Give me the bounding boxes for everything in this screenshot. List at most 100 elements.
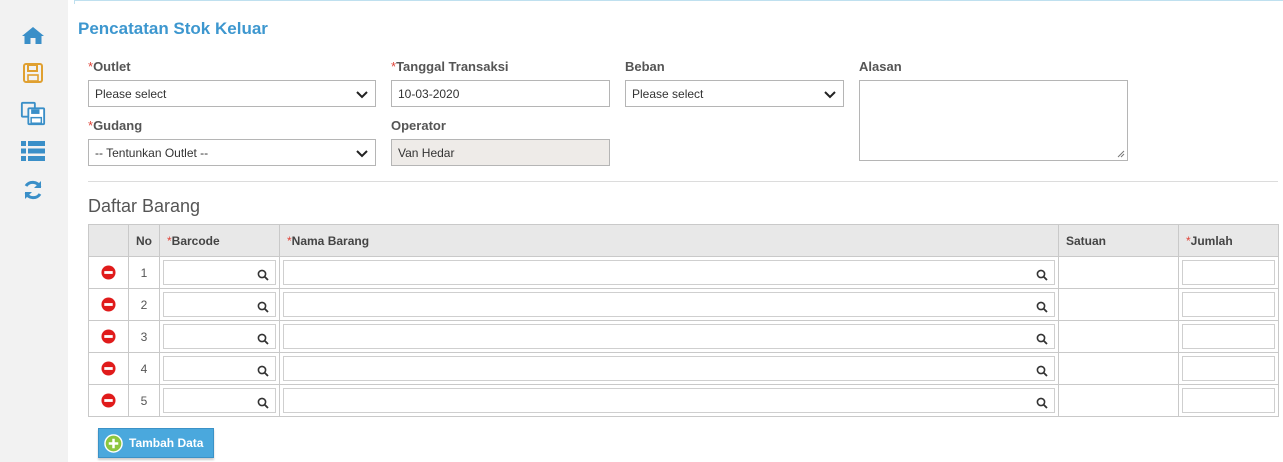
jumlah-input[interactable] <box>1182 324 1275 349</box>
header-action <box>88 224 129 257</box>
jumlah-cell <box>1178 384 1279 417</box>
save-icon[interactable] <box>20 61 46 85</box>
header-nama-text: Nama Barang <box>291 233 370 248</box>
add-circle-icon <box>104 433 123 453</box>
outlet-label: *Outlet <box>88 59 131 74</box>
top-border <box>74 0 1283 4</box>
tambah-data-button[interactable]: Tambah Data <box>98 428 214 458</box>
nama-barang-input[interactable] <box>283 324 1055 349</box>
barcode-cell <box>159 384 280 417</box>
search-icon[interactable] <box>257 269 269 281</box>
nama-barang-input[interactable] <box>283 356 1055 381</box>
header-no: No <box>128 224 160 257</box>
refresh-icon[interactable] <box>20 178 46 202</box>
jumlah-input[interactable] <box>1182 356 1275 381</box>
page-title: Pencatatan Stok Keluar <box>78 19 268 38</box>
nama-barang-input[interactable] <box>283 292 1055 317</box>
barcode-cell <box>159 320 280 353</box>
outlet-select[interactable]: Please select <box>88 80 376 107</box>
row-number: 5 <box>128 384 160 417</box>
operator-label: Operator <box>391 118 446 133</box>
delete-row-icon[interactable] <box>101 265 116 280</box>
search-icon[interactable] <box>1036 269 1048 281</box>
chevron-down-icon <box>356 90 368 98</box>
delete-row-icon[interactable] <box>101 329 116 344</box>
nama-barang-cell <box>279 256 1059 289</box>
search-icon[interactable] <box>257 365 269 377</box>
main-content: Pencatatan Stok Keluar *Outlet Please se… <box>74 0 1283 462</box>
tambah-data-label: Tambah Data <box>129 436 204 450</box>
row-number: 4 <box>128 352 160 385</box>
nama-barang-input[interactable] <box>283 388 1055 413</box>
gudang-select[interactable]: -- Tentunkan Outlet -- <box>88 139 376 166</box>
resize-grip-icon[interactable] <box>1117 150 1125 158</box>
home-icon[interactable] <box>20 23 46 47</box>
outlet-label-text: Outlet <box>93 59 131 74</box>
operator-input: Van Hedar <box>391 139 610 166</box>
satuan-cell <box>1058 256 1179 289</box>
nama-barang-cell <box>279 320 1059 353</box>
tanggal-transaksi-input[interactable]: 10-03-2020 <box>391 80 610 107</box>
delete-row-icon[interactable] <box>101 393 116 408</box>
list-icon[interactable] <box>20 139 46 163</box>
header-barcode-text: Barcode <box>171 233 220 248</box>
barcode-cell <box>159 288 280 321</box>
table-header-row: No *Barcode *Nama Barang Satuan *Jumlah <box>88 224 1279 257</box>
beban-label: Beban <box>625 59 665 74</box>
barcode-input[interactable] <box>163 324 276 349</box>
table-row: 5 <box>88 384 1279 417</box>
search-icon[interactable] <box>1036 397 1048 409</box>
jumlah-cell <box>1178 256 1279 289</box>
beban-select[interactable]: Please select <box>625 80 844 107</box>
section-divider <box>88 181 1278 182</box>
search-icon[interactable] <box>257 397 269 409</box>
barcode-cell <box>159 256 280 289</box>
nama-barang-cell <box>279 288 1059 321</box>
table-row: 1 <box>88 256 1279 289</box>
barcode-input[interactable] <box>163 260 276 285</box>
chevron-down-icon <box>824 90 836 98</box>
tanggal-label: *Tanggal Transaksi <box>391 59 509 74</box>
nama-barang-input[interactable] <box>283 260 1055 285</box>
nama-barang-cell <box>279 352 1059 385</box>
beban-select-value: Please select <box>632 86 704 101</box>
search-icon[interactable] <box>1036 301 1048 313</box>
jumlah-input[interactable] <box>1182 292 1275 317</box>
barcode-input[interactable] <box>163 356 276 381</box>
jumlah-input[interactable] <box>1182 388 1275 413</box>
table-row: 3 <box>88 320 1279 353</box>
save-all-icon[interactable] <box>20 101 46 126</box>
satuan-cell <box>1058 352 1179 385</box>
search-icon[interactable] <box>1036 365 1048 377</box>
row-number: 2 <box>128 288 160 321</box>
header-barcode: *Barcode <box>159 224 280 257</box>
header-jumlah: *Jumlah <box>1178 224 1279 257</box>
alasan-textarea[interactable] <box>859 80 1128 161</box>
search-icon[interactable] <box>257 333 269 345</box>
table-row: 2 <box>88 288 1279 321</box>
daftar-barang-title: Daftar Barang <box>88 196 201 216</box>
barcode-input[interactable] <box>163 292 276 317</box>
row-action-cell <box>88 320 129 353</box>
barcode-cell <box>159 352 280 385</box>
jumlah-input[interactable] <box>1182 260 1275 285</box>
search-icon[interactable] <box>257 301 269 313</box>
chevron-down-icon <box>356 149 368 157</box>
gudang-label-text: Gudang <box>93 118 143 133</box>
header-satuan: Satuan <box>1058 224 1179 257</box>
satuan-cell <box>1058 320 1179 353</box>
jumlah-cell <box>1178 288 1279 321</box>
row-number: 3 <box>128 320 160 353</box>
delete-row-icon[interactable] <box>101 297 116 312</box>
header-nama-barang: *Nama Barang <box>279 224 1059 257</box>
satuan-cell <box>1058 288 1179 321</box>
search-icon[interactable] <box>1036 333 1048 345</box>
satuan-cell <box>1058 384 1179 417</box>
gudang-select-value: -- Tentunkan Outlet -- <box>95 145 209 160</box>
delete-row-icon[interactable] <box>101 361 116 376</box>
table-row: 4 <box>88 352 1279 385</box>
items-table: No *Barcode *Nama Barang Satuan *Jumlah … <box>88 224 1279 417</box>
barcode-input[interactable] <box>163 388 276 413</box>
row-action-cell <box>88 352 129 385</box>
row-action-cell <box>88 384 129 417</box>
